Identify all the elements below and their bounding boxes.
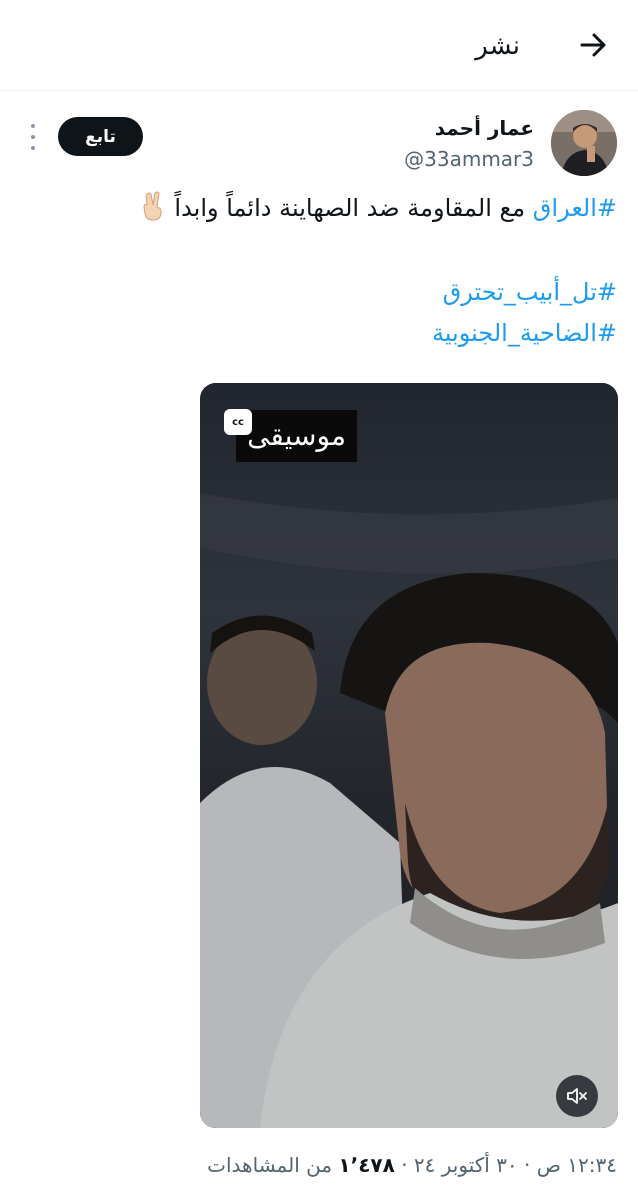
views-label: من المشاهدات [207,1153,339,1177]
tweet-body-text: مع المقاومة ضد الصهاينة دائماً وابداً [174,194,533,222]
hashtag-tel-aviv[interactable]: #تل_أبيب_تحترق [443,278,617,306]
tweet-text-line-3: #الضاحية_الجنوبية [432,315,617,351]
views-count: ١٬٤٧٨ [338,1153,395,1177]
hashtag-dahiyeh[interactable]: #الضاحية_الجنوبية [432,319,617,347]
arrow-back-icon [580,33,606,57]
mute-button[interactable] [556,1075,598,1117]
tweet-time[interactable]: ١٢:٣٤ ص [537,1153,617,1177]
video-caption: موسيقى [236,410,357,462]
video-player[interactable]: موسيقى cc [200,383,618,1128]
tweet-text-line-1: #العراق مع المقاومة ضد الصهاينة دائماً و… [140,190,617,226]
video-frame [200,383,618,1128]
hashtag-iraq[interactable]: #العراق [533,194,617,222]
tweet-date[interactable]: ٣٠ أكتوبر ٢٤ [414,1153,518,1177]
top-bar: نشر [0,0,638,91]
author-handle[interactable]: @33ammar3 [404,145,534,173]
tweet-text-line-2: #تل_أبيب_تحترق [443,274,617,310]
follow-button[interactable]: تابع [58,117,143,156]
author-name[interactable]: عمار أحمد [435,114,534,142]
victory-hand-emoji [143,191,163,221]
more-vertical-icon [31,124,35,128]
tweet-metadata: ١٢:٣٤ ص · ٣٠ أكتوبر ٢٤ · ١٬٤٧٨ من المشاه… [207,1150,617,1180]
muted-speaker-icon [567,1088,587,1104]
back-button[interactable] [576,28,610,62]
cc-button[interactable]: cc [224,409,252,435]
avatar[interactable] [551,110,617,176]
page-title: نشر [475,31,520,61]
meta-separator-2: · [394,1153,414,1177]
avatar-photo [551,110,617,176]
more-options-button[interactable] [24,124,42,150]
meta-separator: · [517,1153,537,1177]
